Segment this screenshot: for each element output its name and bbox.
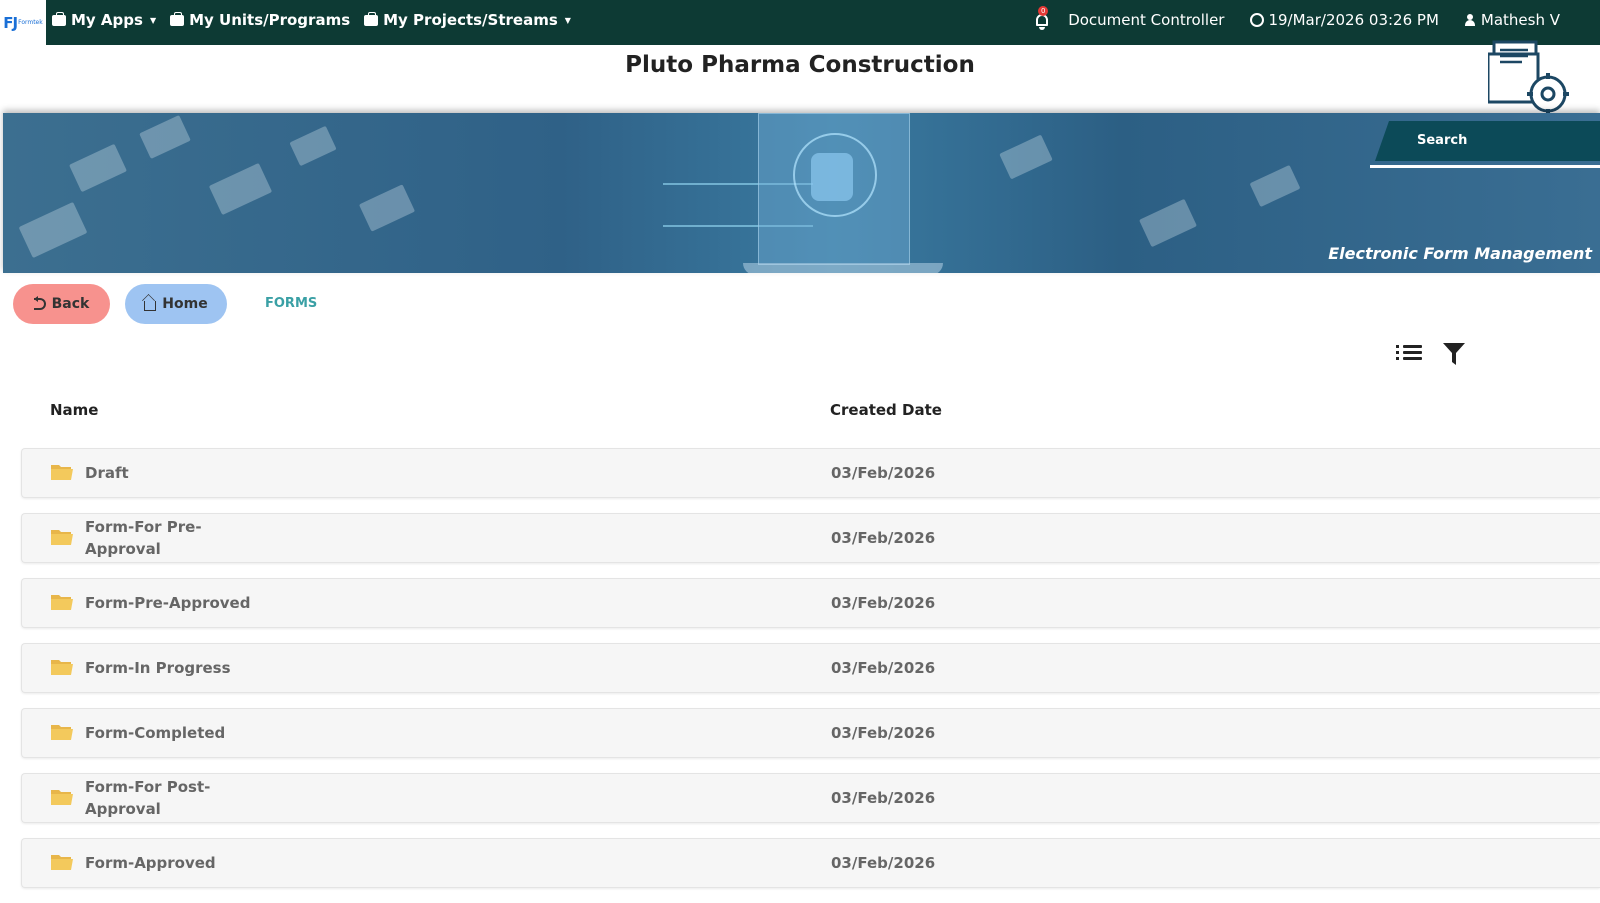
filter-icon[interactable] xyxy=(1443,342,1465,366)
logo-subtext: Formtek xyxy=(18,19,43,26)
back-label: Back xyxy=(51,296,90,312)
chevron-down-icon: ▼ xyxy=(564,15,571,25)
row-name: Form-Completed xyxy=(85,724,226,742)
briefcase-icon xyxy=(170,11,185,26)
folder-icon xyxy=(51,790,73,805)
row-created-date: 03/Feb/2026 xyxy=(831,464,936,482)
home-icon xyxy=(144,301,157,311)
nav-menu: My Apps ▼ My Units/Programs My Projects/… xyxy=(52,0,571,40)
row-created-date: 03/Feb/2026 xyxy=(831,854,936,872)
datetime-text: 19/Mar/2026 03:26 PM xyxy=(1268,11,1439,29)
row-name: Form-Approved xyxy=(85,854,216,872)
nav-item-my-apps[interactable]: My Apps ▼ xyxy=(52,11,156,29)
row-name: Form-For Post-Approval xyxy=(85,778,211,818)
table-row[interactable]: Form-For Post-Approval 03/Feb/2026 xyxy=(21,773,1600,823)
banner-caption: Electronic Form Management xyxy=(1328,244,1592,263)
search-label: Search xyxy=(1417,133,1468,148)
briefcase-icon xyxy=(52,11,66,26)
nav-status: 0 Document Controller 19/Mar/2026 03:26 … xyxy=(1034,0,1560,40)
folder-icon xyxy=(51,595,73,610)
table-row[interactable]: Form-Pre-Approved 03/Feb/2026 xyxy=(21,578,1600,628)
briefcase-icon xyxy=(364,11,379,26)
undo-icon xyxy=(33,296,46,310)
document-settings-icon xyxy=(1488,40,1569,114)
home-button[interactable]: Home xyxy=(125,284,227,324)
user-menu[interactable]: Mathesh V xyxy=(1464,11,1560,29)
app-logo[interactable]: FJ Formtek xyxy=(0,0,46,45)
folder-icon xyxy=(51,465,73,480)
hero-banner: Search Electronic Form Management xyxy=(3,113,1600,273)
folder-icon xyxy=(51,725,73,740)
table-row[interactable]: Form-For Pre-Approval 03/Feb/2026 xyxy=(21,513,1600,563)
row-name: Form-For Pre-Approval xyxy=(85,518,202,558)
search-button[interactable]: Search xyxy=(1375,121,1600,161)
page-title: Pluto Pharma Construction xyxy=(625,52,975,78)
folder-icon xyxy=(51,660,73,675)
breadcrumb-forms[interactable]: FORMS xyxy=(265,296,317,311)
row-name: Form-Pre-Approved xyxy=(85,594,251,612)
user-icon xyxy=(1464,14,1475,26)
user-role: Document Controller xyxy=(1068,11,1225,29)
list-view-icon[interactable] xyxy=(1396,345,1422,365)
table-row[interactable]: Form-Approved 03/Feb/2026 xyxy=(21,838,1600,888)
row-name: Form-In Progress xyxy=(85,659,231,677)
nav-item-label: My Projects/Streams xyxy=(383,11,558,29)
folder-list: Draft 03/Feb/2026 Form-For Pre-Approval … xyxy=(21,448,1600,903)
back-button[interactable]: Back xyxy=(13,284,110,324)
chevron-down-icon: ▼ xyxy=(149,15,157,25)
row-created-date: 03/Feb/2026 xyxy=(831,789,936,807)
top-nav-bar: FJ Formtek My Apps ▼ My Units/Programs M… xyxy=(0,0,1600,45)
folder-icon xyxy=(51,855,73,870)
row-created-date: 03/Feb/2026 xyxy=(831,529,936,547)
folder-icon xyxy=(51,530,73,545)
row-name: Draft xyxy=(85,464,129,482)
clock-icon xyxy=(1250,13,1265,27)
home-label: Home xyxy=(162,296,208,312)
table-row[interactable]: Form-Completed 03/Feb/2026 xyxy=(21,708,1600,758)
user-name: Mathesh V xyxy=(1480,11,1560,29)
nav-item-label: My Apps xyxy=(71,11,143,29)
nav-item-my-projects-streams[interactable]: My Projects/Streams ▼ xyxy=(364,11,571,29)
table-row[interactable]: Draft 03/Feb/2026 xyxy=(21,448,1600,498)
column-header-created-date[interactable]: Created Date xyxy=(830,401,942,419)
nav-item-label: My Units/Programs xyxy=(189,11,351,29)
search-underline xyxy=(1370,165,1600,168)
row-created-date: 03/Feb/2026 xyxy=(831,594,936,612)
row-created-date: 03/Feb/2026 xyxy=(831,659,936,677)
datetime: 19/Mar/2026 03:26 PM xyxy=(1250,11,1439,29)
nav-item-my-units-programs[interactable]: My Units/Programs xyxy=(170,11,350,29)
table-row[interactable]: Form-In Progress 03/Feb/2026 xyxy=(21,643,1600,693)
bell-icon[interactable]: 0 xyxy=(1034,6,1050,30)
row-created-date: 03/Feb/2026 xyxy=(831,724,936,742)
logo-mark: FJ xyxy=(3,13,18,32)
notification-count-badge: 0 xyxy=(1038,6,1049,16)
column-header-name[interactable]: Name xyxy=(50,401,98,419)
